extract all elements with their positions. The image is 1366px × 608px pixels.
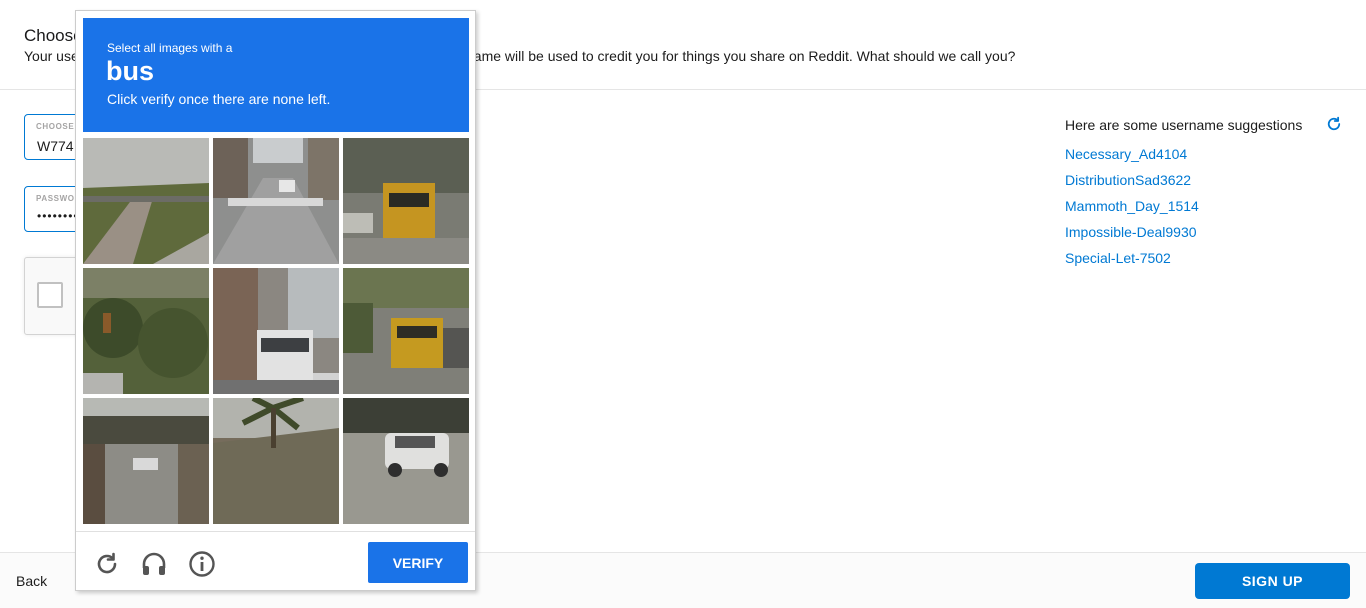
suggestions-list: Necessary_Ad4104 DistributionSad3622 Mam… — [1065, 146, 1199, 276]
signup-button[interactable]: SIGN UP — [1195, 563, 1350, 599]
captcha-tile-school-bus[interactable] — [343, 138, 469, 264]
captcha-tile-city-bus[interactable] — [213, 268, 339, 394]
reload-icon[interactable] — [93, 550, 121, 578]
subtitle-right: name will be used to credit you for thin… — [466, 48, 1016, 64]
captcha-target-word: bus — [106, 56, 155, 86]
suggestions-heading: Here are some username suggestions — [1065, 117, 1303, 133]
recaptcha-checkbox[interactable] — [37, 282, 63, 308]
password-value: •••••••• — [37, 209, 79, 223]
verify-button[interactable]: VERIFY — [368, 542, 468, 583]
captcha-tile-crosswalk-street[interactable] — [213, 138, 339, 264]
suggestion-item[interactable]: Mammoth_Day_1514 — [1065, 198, 1199, 224]
captcha-tile-white-suv[interactable] — [343, 398, 469, 524]
refresh-suggestions-icon[interactable] — [1325, 115, 1343, 133]
captcha-tile-overpass-street[interactable] — [83, 398, 209, 524]
captcha-instruction-line: Click verify once there are none left. — [107, 91, 331, 107]
captcha-instruction-line: Select all images with a — [107, 41, 233, 55]
suggestion-item[interactable]: DistributionSad3622 — [1065, 172, 1199, 198]
back-link[interactable]: Back — [16, 573, 47, 589]
captcha-tile-school-bus-street[interactable] — [343, 268, 469, 394]
suggestion-item[interactable]: Impossible-Deal9930 — [1065, 224, 1199, 250]
info-icon[interactable] — [188, 550, 216, 578]
captcha-challenge: Select all images with a bus Click verif… — [75, 10, 476, 591]
captcha-tile-palm-wall[interactable] — [213, 398, 339, 524]
captcha-tile-road-grass[interactable] — [83, 138, 209, 264]
audio-icon[interactable] — [140, 550, 168, 578]
captcha-tile-trees-traffic-light[interactable] — [83, 268, 209, 394]
captcha-image-grid — [83, 138, 473, 528]
username-label: CHOOSE — [36, 122, 75, 131]
username-value: W774 — [37, 138, 74, 154]
suggestion-item[interactable]: Special-Let-7502 — [1065, 250, 1199, 276]
captcha-footer: VERIFY — [76, 531, 475, 591]
captcha-instructions: Select all images with a bus Click verif… — [83, 18, 469, 132]
suggestion-item[interactable]: Necessary_Ad4104 — [1065, 146, 1199, 172]
